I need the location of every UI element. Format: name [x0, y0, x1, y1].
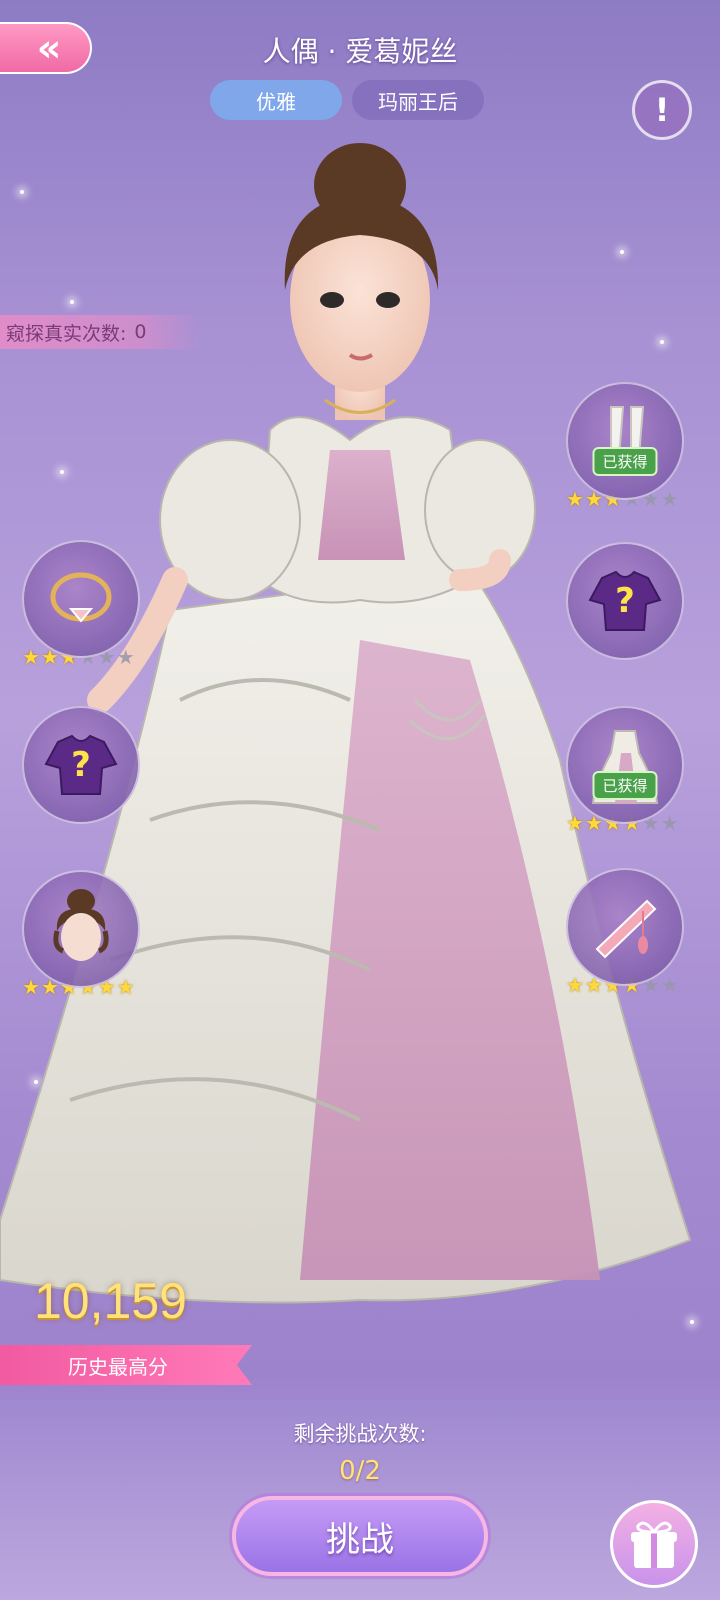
item-stockings[interactable]: 已获得 ★★★★★★ [566, 382, 684, 510]
item-hairstyle[interactable]: ★★★★★★ [22, 870, 140, 998]
remaining-challenges-count: 0/2 [339, 1456, 381, 1486]
item-mystery-right[interactable]: ? [566, 542, 684, 660]
hairstyle-icon [53, 889, 109, 961]
star-filled-icon: ★ [566, 487, 584, 511]
page-title: 人偶 · 爱葛妮丝 [262, 35, 458, 68]
star-filled-icon: ★ [22, 975, 40, 999]
peek-count-banner: 窥探真实次数: 0 [0, 315, 200, 349]
star-empty-icon: ★ [116, 645, 135, 669]
gift-icon [631, 1521, 677, 1568]
obtained-badge: 已获得 [592, 771, 658, 800]
peek-count: 0 [134, 321, 147, 343]
bracelet-icon [50, 572, 112, 623]
tab-marie-queen[interactable]: 玛丽王后 [352, 80, 484, 120]
star-filled-icon: ★ [566, 973, 584, 997]
question-mark: ? [71, 745, 91, 785]
gift-button[interactable] [610, 1500, 698, 1588]
peek-label: 窥探真实次数: [6, 322, 127, 345]
remaining-challenges-label: 剩余挑战次数: [293, 1422, 427, 1446]
question-mark: ? [615, 581, 635, 621]
high-score-value: 10,159 [34, 1273, 187, 1329]
high-score-label: 历史最高分 [0, 1345, 252, 1385]
item-fan[interactable]: ★★★★★★ [566, 868, 684, 996]
star-empty-icon: ★ [660, 973, 679, 997]
item-mystery-left[interactable]: ? [22, 706, 140, 824]
folding-fan-icon [595, 899, 657, 959]
item-bracelet[interactable]: ★★★★★★ [22, 540, 140, 668]
star-filled-icon: ★ [116, 975, 135, 999]
obtained-badge: 已获得 [592, 447, 658, 476]
star-filled-icon: ★ [22, 645, 40, 669]
tab-bar: 优雅 玛丽王后 [210, 80, 484, 120]
item-dress[interactable]: 已获得 ★★★★★★ [566, 706, 684, 834]
tab-elegant[interactable]: 优雅 [210, 80, 342, 120]
star-filled-icon: ★ [566, 811, 584, 835]
challenge-button[interactable]: 挑战 [232, 1496, 488, 1576]
exclamation-icon: ! [654, 91, 670, 129]
star-empty-icon: ★ [660, 811, 679, 835]
info-button[interactable]: ! [632, 80, 692, 140]
star-empty-icon: ★ [660, 487, 679, 511]
